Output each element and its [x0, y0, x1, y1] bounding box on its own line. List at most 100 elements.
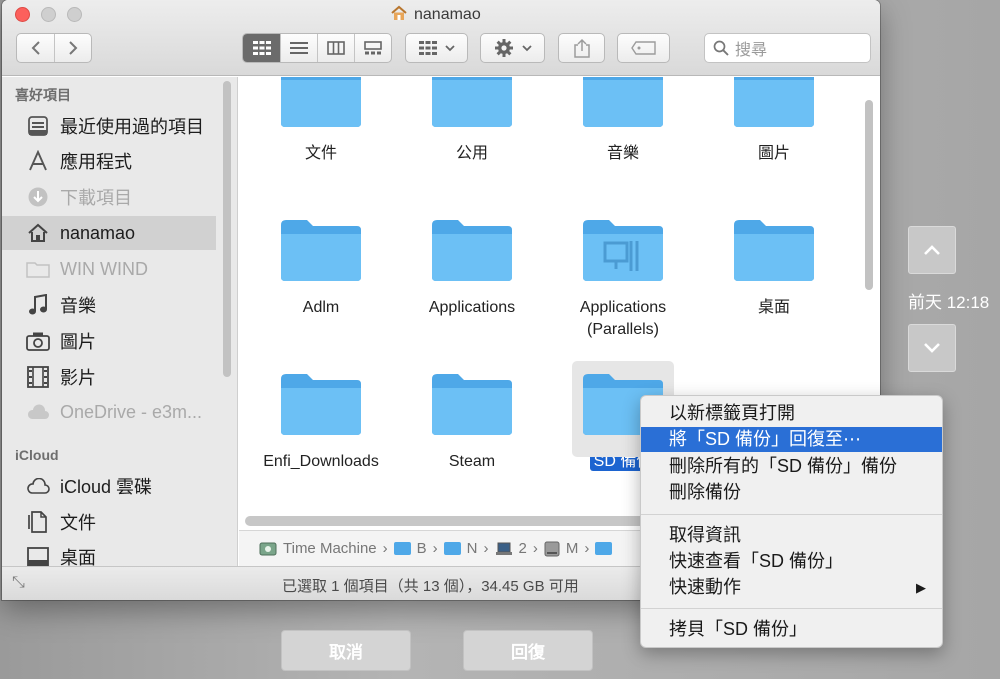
- chevron-down-icon: [521, 45, 532, 52]
- sidebar-header-favorites: 喜好項目: [15, 87, 71, 103]
- menu-item-copy[interactable]: 拷貝「SD 備份」: [641, 617, 942, 642]
- view-mode-group: [242, 33, 392, 63]
- folder-icon: [443, 542, 461, 555]
- search-icon: [713, 40, 729, 56]
- sidebar-item-label: OneDrive - e3m...: [60, 401, 203, 422]
- icon-view-button[interactable]: [243, 34, 280, 62]
- file-label: Applications: [428, 299, 516, 316]
- sidebar-item-icloud-drive[interactable]: iCloud 雲碟: [2, 469, 216, 503]
- window-title: nanamao: [414, 6, 481, 23]
- zoom-button[interactable]: [67, 7, 82, 22]
- folder-icon: [430, 77, 514, 129]
- close-button[interactable]: [15, 7, 30, 22]
- timeline-down-button[interactable]: [908, 324, 956, 372]
- file-item[interactable]: Adlm: [246, 215, 396, 319]
- menu-item-delete-backup[interactable]: 刪除備份: [641, 480, 942, 505]
- menu-item-open-new-tab[interactable]: 以新標籤頁打開: [641, 401, 942, 426]
- file-item[interactable]: 音樂: [548, 77, 698, 165]
- menu-item-quick-look[interactable]: 快速查看「SD 備份」: [641, 549, 942, 574]
- menu-item-restore-to[interactable]: 將「SD 備份」回復至⋯: [641, 427, 942, 452]
- file-label: 文件: [304, 145, 337, 162]
- timeline-up-button[interactable]: [908, 226, 956, 274]
- file-item[interactable]: Applications: [397, 215, 547, 319]
- column-view-button[interactable]: [317, 34, 354, 62]
- folder-icon: [595, 542, 613, 555]
- window-title-group: nanamao: [390, 4, 481, 26]
- sidebar-scrollbar[interactable]: [223, 81, 231, 377]
- sidebar-item-applications[interactable]: 應用程式: [2, 144, 216, 178]
- path-separator: ›: [382, 540, 388, 557]
- path-item[interactable]: B: [417, 540, 427, 557]
- applications-icon: [25, 148, 51, 174]
- folder-icon: [393, 542, 411, 555]
- sidebar-item-music[interactable]: 音樂: [2, 288, 216, 322]
- sidebar-item-desktop[interactable]: 桌面: [2, 540, 216, 567]
- folder-icon: [279, 215, 363, 283]
- file-item[interactable]: 圖片: [699, 77, 849, 165]
- folder-icon: [732, 77, 816, 129]
- file-item[interactable]: 公用: [397, 77, 547, 165]
- minimize-button[interactable]: [41, 7, 56, 22]
- sidebar-item-win-wind[interactable]: WIN WIND: [2, 252, 216, 286]
- menu-separator: [641, 608, 942, 609]
- restore-button[interactable]: 回復: [463, 630, 593, 671]
- collapse-icon[interactable]: ⤡: [12, 574, 25, 592]
- file-item[interactable]: 文件: [246, 77, 396, 165]
- file-item[interactable]: Enfi_Downloads: [246, 369, 396, 473]
- path-separator: ›: [584, 540, 590, 557]
- action-button[interactable]: [480, 33, 545, 63]
- share-button[interactable]: [558, 33, 605, 63]
- gear-icon: [494, 39, 513, 57]
- submenu-arrow-icon: ▶: [916, 580, 926, 595]
- path-item[interactable]: Time Machine: [283, 540, 377, 557]
- list-view-button[interactable]: [280, 34, 317, 62]
- back-button[interactable]: [17, 34, 54, 62]
- sidebar-item-documents[interactable]: 文件: [2, 505, 216, 539]
- home-icon: [390, 4, 408, 27]
- sidebar-item-movies[interactable]: 影片: [2, 360, 216, 394]
- sidebar-item-downloads[interactable]: 下載項目: [2, 180, 216, 214]
- sidebar-item-home[interactable]: nanamao: [2, 216, 216, 250]
- grid-icon: [252, 41, 271, 55]
- menu-item-delete-all-backups[interactable]: 刪除所有的「SD 備份」備份: [641, 454, 942, 479]
- sidebar-item-label: nanamao: [60, 222, 136, 243]
- sidebar-item-recents[interactable]: 最近使用過的項目: [2, 109, 216, 143]
- menu-item-get-info[interactable]: 取得資訊: [641, 523, 942, 548]
- home-icon: [25, 220, 51, 246]
- sidebar-item-pictures[interactable]: 圖片: [2, 324, 216, 358]
- sidebar-header-icloud: iCloud: [15, 447, 59, 463]
- columns-icon: [327, 41, 345, 55]
- file-item[interactable]: Applications (Parallels): [548, 215, 698, 341]
- cloud-icon: [25, 399, 51, 425]
- title-bar: nanamao 搜尋: [2, 0, 880, 76]
- path-item[interactable]: N: [467, 540, 478, 557]
- chevron-down-icon: [924, 343, 940, 353]
- sidebar-item-label: 文件: [60, 513, 96, 533]
- cancel-button[interactable]: 取消: [281, 630, 411, 671]
- path-separator: ›: [532, 540, 538, 557]
- gallery-view-button[interactable]: [354, 34, 391, 62]
- sidebar-item-onedrive[interactable]: OneDrive - e3m...: [2, 395, 216, 429]
- status-text: 已選取 1 個項目（共 13 個），34.45 GB 可用: [282, 578, 579, 595]
- music-icon: [25, 292, 51, 318]
- chevron-right-icon: [69, 41, 78, 55]
- group-by-button[interactable]: [405, 33, 468, 63]
- recents-icon: [25, 113, 51, 139]
- file-label: Enfi_Downloads: [263, 453, 379, 470]
- chevron-up-icon: [924, 245, 940, 255]
- search-field[interactable]: 搜尋: [704, 33, 871, 63]
- forward-button[interactable]: [54, 34, 91, 62]
- path-item[interactable]: M: [566, 540, 579, 557]
- content-vertical-scrollbar[interactable]: [865, 100, 873, 290]
- file-item[interactable]: Steam: [397, 369, 547, 473]
- file-label: Applications (Parallels): [579, 299, 667, 338]
- tags-button[interactable]: [617, 33, 670, 63]
- sidebar-item-label: 影片: [60, 368, 96, 388]
- list-icon: [290, 42, 308, 54]
- file-item[interactable]: 桌面: [699, 215, 849, 319]
- sidebar-item-label: 下載項目: [60, 188, 132, 208]
- file-label: Steam: [448, 453, 496, 470]
- path-item[interactable]: 2: [519, 540, 527, 557]
- menu-item-quick-actions[interactable]: 快速動作 ▶: [641, 575, 942, 600]
- sidebar-item-label: 圖片: [60, 332, 96, 352]
